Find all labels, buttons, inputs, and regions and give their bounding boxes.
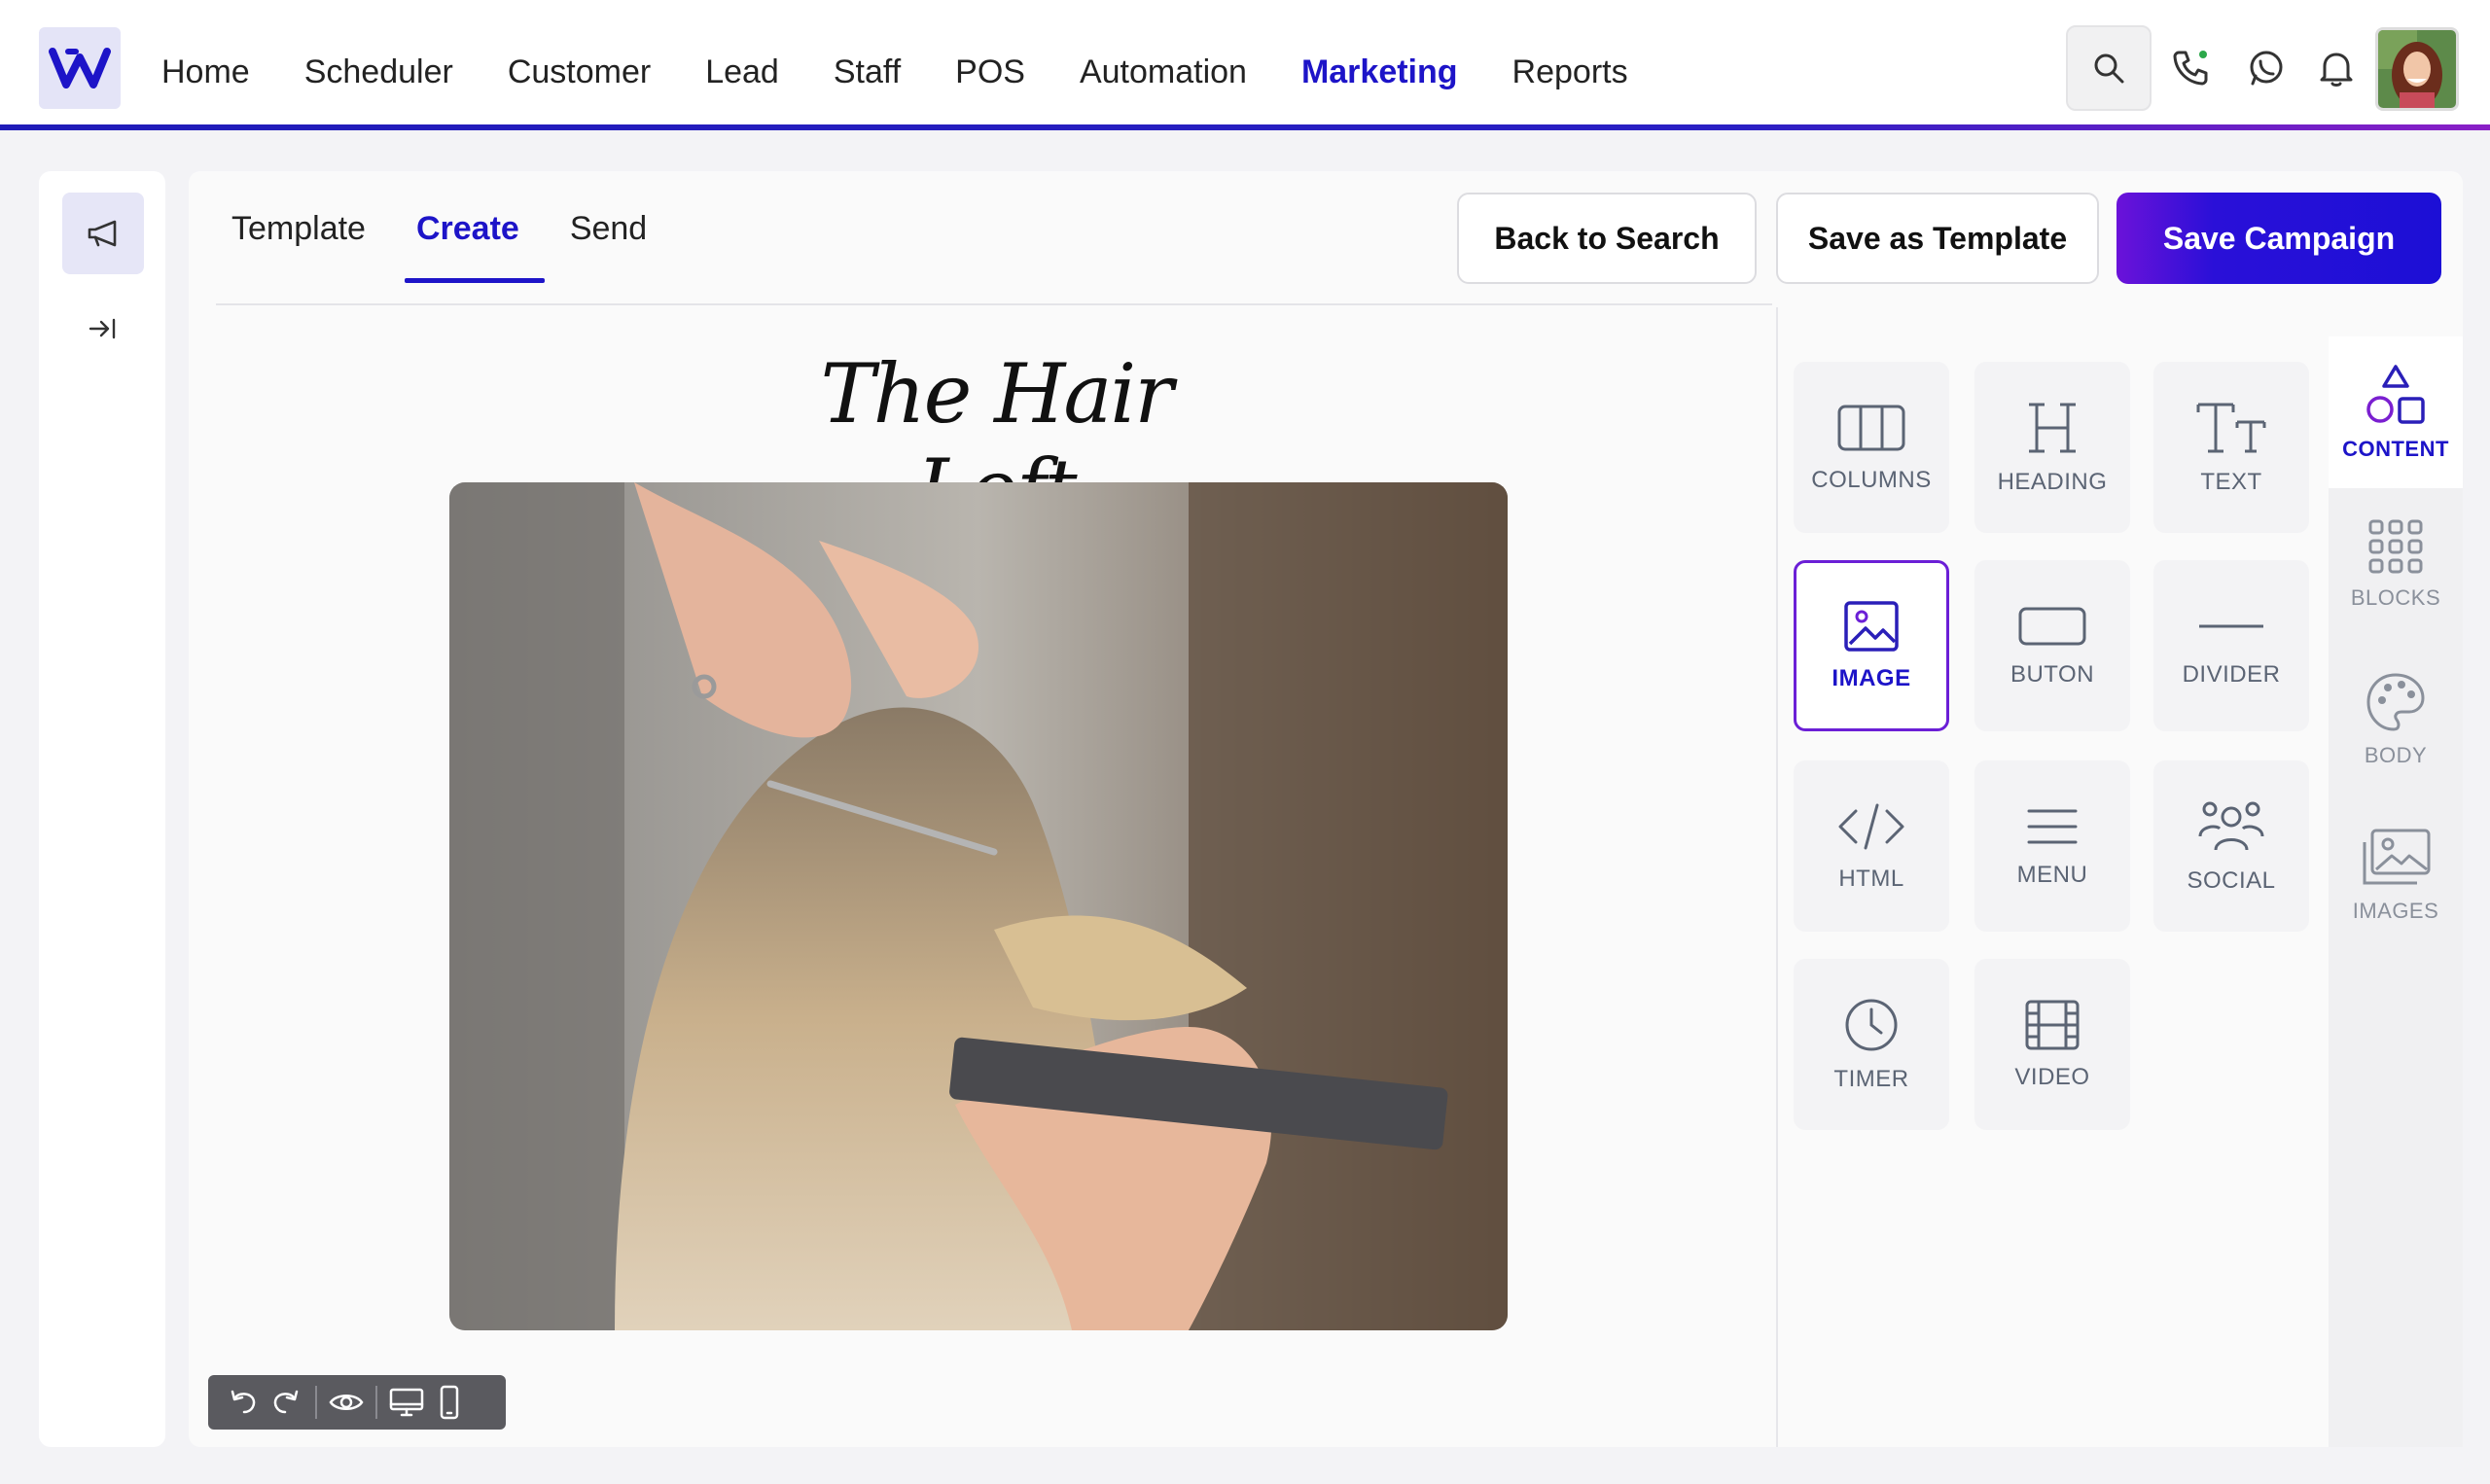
side-tab-blocks[interactable]: BLOCKS xyxy=(2329,488,2463,640)
social-icon xyxy=(2198,801,2264,851)
desktop-icon xyxy=(389,1388,424,1417)
tile-label: MENU xyxy=(2016,862,2088,888)
megaphone-icon xyxy=(88,220,117,247)
columns-icon xyxy=(1837,405,1905,451)
phone-button[interactable] xyxy=(2165,43,2216,93)
content-tile-button[interactable]: BUTON xyxy=(1974,560,2130,731)
eye-icon xyxy=(329,1395,364,1410)
tab-send[interactable]: Send xyxy=(570,210,647,283)
undo-icon xyxy=(231,1390,256,1414)
button-icon xyxy=(2018,607,2086,646)
app-logo[interactable] xyxy=(39,27,121,109)
content-tile-heading[interactable]: HEADING xyxy=(1974,362,2130,533)
content-tile-image[interactable]: IMAGE xyxy=(1794,560,1949,731)
film-icon xyxy=(2025,1000,2080,1050)
tabs-divider xyxy=(216,303,1772,305)
side-tab-content[interactable]: CONTENT xyxy=(2329,336,2463,488)
side-tab-images[interactable]: IMAGES xyxy=(2329,799,2463,951)
tile-label: VIDEO xyxy=(2014,1064,2090,1090)
mobile-icon xyxy=(440,1385,459,1420)
tile-label: TIMER xyxy=(1833,1066,1909,1092)
expand-rail-button[interactable] xyxy=(62,288,144,370)
tile-label: IMAGE xyxy=(1832,665,1911,691)
content-tile-video[interactable]: VIDEO xyxy=(1974,959,2130,1130)
content-tile-html[interactable]: HTML xyxy=(1794,760,1949,932)
toolbar-separator xyxy=(375,1386,377,1419)
content-tile-social[interactable]: SOCIAL xyxy=(2153,760,2309,932)
tile-label: HTML xyxy=(1838,866,1904,892)
undo-button[interactable] xyxy=(222,1381,265,1424)
image-icon xyxy=(1844,601,1899,652)
side-tab-body[interactable]: BODY xyxy=(2329,644,2463,795)
tile-label: TEXT xyxy=(2200,469,2262,495)
tab-template[interactable]: Template xyxy=(231,210,366,283)
search-icon xyxy=(2094,53,2124,84)
editor-side-tabs: CONTENT BLOCKS BODY IMAGES xyxy=(2329,336,2463,1447)
nav-staff[interactable]: Staff xyxy=(834,53,901,91)
nav-reports[interactable]: Reports xyxy=(1512,53,1628,91)
user-avatar[interactable] xyxy=(2375,27,2459,111)
content-tile-divider[interactable]: DIVIDER xyxy=(2153,560,2309,731)
logo-w-icon xyxy=(49,48,111,88)
text-icon xyxy=(2196,403,2266,453)
top-navigation: Home Scheduler Customer Lead Staff POS A… xyxy=(0,0,2490,128)
mobile-view-button[interactable] xyxy=(428,1381,471,1424)
save-as-template-button[interactable]: Save as Template xyxy=(1776,193,2099,284)
tile-label: SOCIAL xyxy=(2187,867,2276,894)
palette-icon xyxy=(2366,673,2425,731)
side-tab-label: IMAGES xyxy=(2352,899,2439,923)
main-nav: Home Scheduler Customer Lead Staff POS A… xyxy=(161,41,1683,103)
desktop-view-button[interactable] xyxy=(385,1381,428,1424)
tab-create[interactable]: Create xyxy=(404,210,545,283)
tile-label: BUTON xyxy=(2010,661,2095,688)
search-button[interactable] xyxy=(2066,25,2152,111)
shapes-icon xyxy=(2366,365,2425,424)
collapse-right-icon xyxy=(89,318,116,339)
menu-icon xyxy=(2027,809,2078,844)
nav-lead[interactable]: Lead xyxy=(705,53,779,91)
divider-icon xyxy=(2199,624,2263,628)
clock-icon xyxy=(1845,999,1898,1051)
nav-marketing[interactable]: Marketing xyxy=(1301,53,1458,91)
content-tile-timer[interactable]: TIMER xyxy=(1794,959,1949,1130)
code-icon xyxy=(1838,803,1904,850)
nav-scheduler[interactable]: Scheduler xyxy=(304,53,453,91)
grid-dots-icon xyxy=(2368,519,2423,574)
campaigns-rail-button[interactable] xyxy=(62,193,144,274)
save-campaign-button[interactable]: Save Campaign xyxy=(2116,193,2441,284)
campaign-editor: Template Create Send Back to Search Save… xyxy=(189,171,2463,1447)
left-rail xyxy=(39,171,165,1447)
nav-customer[interactable]: Customer xyxy=(508,53,651,91)
side-tab-label: BODY xyxy=(2364,743,2428,767)
canvas-toolbar xyxy=(208,1375,506,1430)
nav-accent-line xyxy=(0,124,2490,130)
preview-button[interactable] xyxy=(325,1381,368,1424)
editor-tabs: Template Create Send xyxy=(231,210,697,283)
heading-icon xyxy=(2029,403,2076,453)
redo-icon xyxy=(273,1390,299,1414)
content-tile-menu[interactable]: MENU xyxy=(1974,760,2130,932)
whatsapp-icon xyxy=(2250,51,2283,86)
whatsapp-button[interactable] xyxy=(2241,43,2292,93)
tile-label: HEADING xyxy=(1997,469,2108,495)
content-tile-text[interactable]: TEXT xyxy=(2153,362,2309,533)
tile-label: COLUMNS xyxy=(1811,467,1932,493)
images-icon xyxy=(2363,829,2431,885)
nav-pos[interactable]: POS xyxy=(955,53,1025,91)
content-tile-columns[interactable]: COLUMNS xyxy=(1794,362,1949,533)
toolbar-separator xyxy=(315,1386,317,1419)
side-tab-label: CONTENT xyxy=(2342,437,2449,461)
back-to-search-button[interactable]: Back to Search xyxy=(1457,193,1757,284)
tile-label: DIVIDER xyxy=(2182,661,2281,688)
nav-home[interactable]: Home xyxy=(161,53,250,91)
side-tab-label: BLOCKS xyxy=(2350,585,2441,610)
panel-divider xyxy=(1776,307,1778,1447)
phone-icon xyxy=(2173,51,2208,86)
nav-automation[interactable]: Automation xyxy=(1080,53,1247,91)
redo-button[interactable] xyxy=(265,1381,307,1424)
notifications-button[interactable] xyxy=(2311,43,2362,93)
hero-image[interactable] xyxy=(449,482,1508,1330)
bell-icon xyxy=(2320,53,2353,87)
